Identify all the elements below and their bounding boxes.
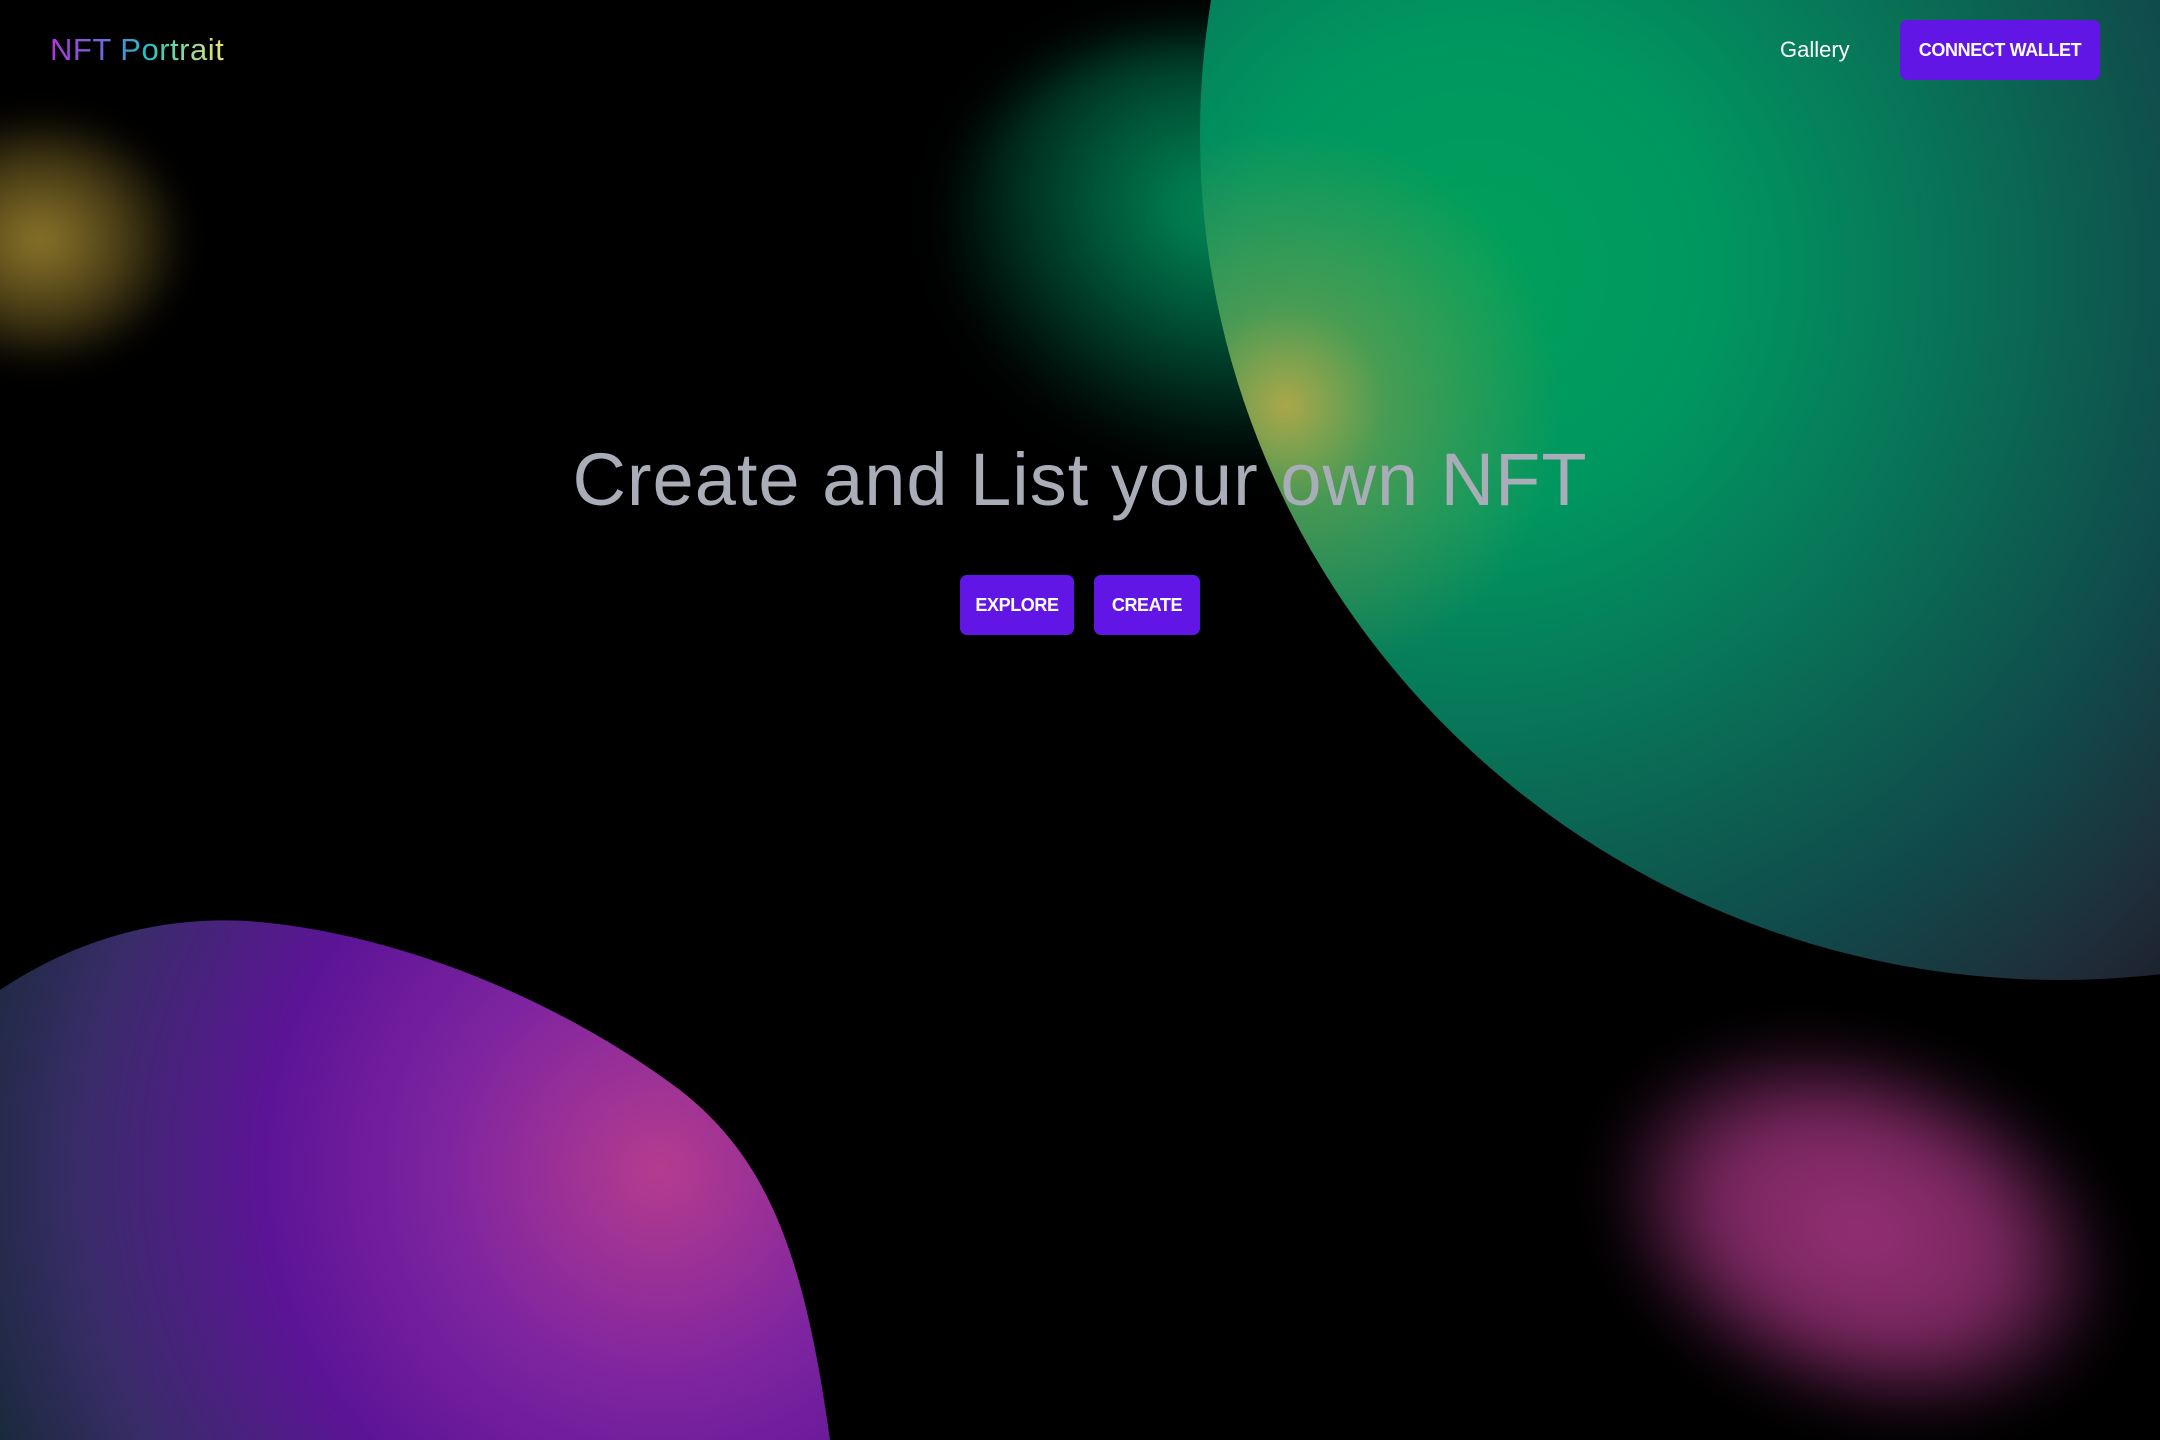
nav-link-gallery[interactable]: Gallery <box>1780 32 1850 68</box>
hero-title: Create and List your own NFT <box>572 438 1588 521</box>
connect-wallet-button[interactable]: CONNECT WALLET <box>1900 20 2100 80</box>
purple-gradient-blob <box>0 920 830 1440</box>
create-button[interactable]: CREATE <box>1094 575 1200 635</box>
logo[interactable]: NFT Portrait <box>50 30 224 70</box>
landing-page: NFT Portrait Gallery CONNECT WALLET Crea… <box>0 0 2160 1440</box>
explore-button[interactable]: EXPLORE <box>960 575 1074 635</box>
